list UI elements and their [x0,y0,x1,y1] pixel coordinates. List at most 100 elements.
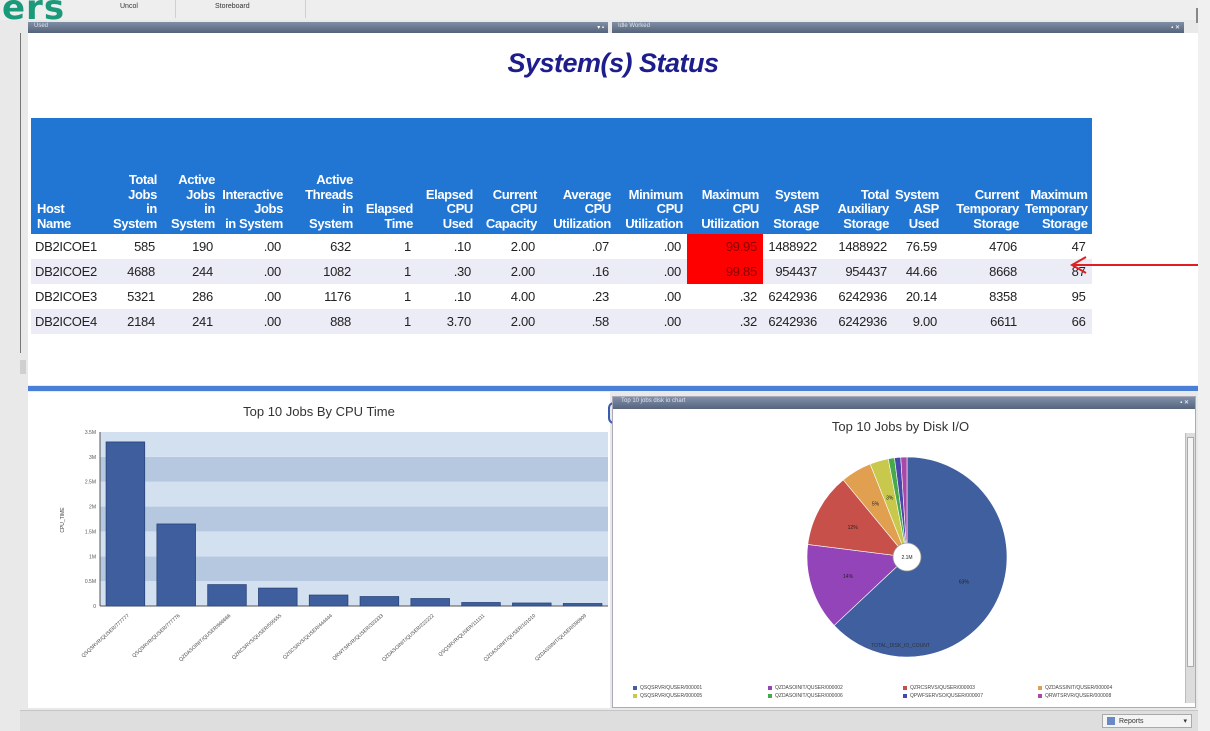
disk-io-window: Top 10 jobs disk io chart ▪ ✕ Top 10 Job… [612,396,1196,708]
window-menu-icon[interactable]: ▾ ▪ [597,24,604,31]
legend-label: QZRCSRVS/QUSER/000003 [910,685,975,691]
table-cell: 2184 [102,309,161,334]
col-active-threads[interactable]: Active Threads in System [286,118,357,234]
table-cell: 6242936 [822,309,893,334]
tab-uncol[interactable]: Uncol [120,3,138,10]
x-tick-label: QZDASOINIT/QUSER/101010 [483,613,538,663]
idle-window-title: Idle Worked [618,23,650,29]
col-system-asp-storage[interactable]: System ASP Storage [762,118,823,234]
cpu-chart-title: Top 10 Jobs By CPU Time [243,404,395,419]
reports-icon [1107,717,1115,725]
legend-item[interactable]: QPWFSERVSO/QUSER/000007 [903,693,983,699]
reports-label: Reports [1119,717,1144,725]
legend-label: QPWFSERVSO/QUSER/000007 [910,693,983,699]
legend-label: QSQSRVR/QUSER/000001 [640,685,703,691]
legend-swatch [768,685,772,690]
col-total-jobs[interactable]: Total Jobs in System [102,118,161,234]
table-cell: 1 [356,234,417,259]
table-cell: 1488922 [822,234,893,259]
table-cell: 4706 [942,234,1023,259]
table-cell: 585 [102,234,161,259]
arrow-indicator [1069,256,1198,274]
legend-swatch [633,693,637,698]
table-cell: 8668 [942,259,1023,284]
table-cell: 99.95 [686,234,763,259]
table-row[interactable]: DB2ICOE1 585 190.00 632 1.10 2.00.07.00 99.95 1… [31,234,1092,259]
chevron-down-icon[interactable]: ▾ [1183,717,1187,725]
scrollbar-thumb[interactable] [1187,437,1194,667]
legend-item[interactable]: QZRCSRVS/QUSER/000003 [903,685,975,691]
x-tick-label: QZDASSINIT/QUSER/090909 [534,613,588,663]
table-cell: 888 [286,309,357,334]
legend-item[interactable]: QRWTSRVR/QUSER/000008 [1038,693,1111,699]
cpu-bar-chart-svg: 0 0.5M 1M 1.5M 2M 2.5M 3M 3.5M CPU_TIME QSQSRVR/Q… [60,430,608,663]
pie-axis-label: TOTAL_DISK_IO_COUNT [871,643,930,649]
table-cell: 241 [160,309,219,334]
col-maximum-cpu[interactable]: Maximum CPU Utilization [686,118,763,234]
x-tick-label: QZDASOINIT/QUSER/222222 [381,613,436,663]
pie-center-label: 2.1M [901,555,912,561]
col-current-cpu[interactable]: Current CPU Capacity [476,118,541,234]
legend-item[interactable]: QZDASSINIT/QUSER/000004 [1038,685,1112,691]
host-name-cell: DB2ICOE2 [31,259,103,284]
legend-item[interactable]: QSQSRVR/QUSER/000005 [633,693,702,699]
col-host-name[interactable]: Host Name [31,118,103,234]
table-cell: 2.00 [476,309,541,334]
table-cell: .23 [540,284,615,309]
legend-item[interactable]: QZDASOINIT/QUSER/000002 [768,685,843,691]
table-row[interactable]: DB2ICOE3 5321 286.00 1176 1.10 4.00.23.00.32 6… [31,284,1092,309]
col-minimum-cpu[interactable]: Minimum CPU Utilization [614,118,687,234]
pie-slice-label: 14% [843,574,854,580]
col-current-temp-storage[interactable]: Current Temporary Storage [942,118,1023,234]
table-row[interactable]: DB2ICOE2 4688 244.00 1082 1.30 2.00.16.00 99.8… [31,259,1092,284]
bar [461,602,501,607]
system-status-panel: System(s) Status Host Name Total Jobs in Sys… [28,33,1198,385]
table-row[interactable]: DB2ICOE4 2184 241.00 888 1 3.70 2.00.58.00.32 6… [31,309,1092,334]
tab-divider [175,0,176,18]
table-cell: 4.00 [476,284,541,309]
splitter-handle[interactable] [20,360,26,374]
host-name-cell: DB2ICOE3 [31,284,103,309]
table-cell: 1488922 [762,234,823,259]
table-cell: 244 [160,259,219,284]
x-tick-label: QZRCSRVS/QUSER/555555 [231,613,283,661]
bar [410,598,450,607]
table-cell: 6242936 [762,309,823,334]
bar [359,596,400,607]
col-interactive-jobs[interactable]: Interactive Jobs in System [218,118,287,234]
x-tick-label: QSQSRVR/QUSER/777777 [81,613,131,659]
legend-swatch [903,693,907,698]
status-window-titlebar[interactable]: Used ▾ ▪ [28,22,608,33]
legend-item[interactable]: QZDASOINIT/QUSER/000006 [768,693,843,699]
table-cell: .58 [540,309,615,334]
table-cell: .32 [686,284,763,309]
table-cell: 8358 [942,284,1023,309]
bar [105,441,146,607]
tab-storeboard[interactable]: Storeboard [215,3,250,10]
y-tick-label: 2M [89,505,96,511]
table-cell: .10 [416,284,477,309]
table-cell: 5321 [102,284,161,309]
x-tick-label: QSQSRVR/QUSER/777776 [131,613,181,659]
bar [207,584,247,607]
col-elapsed-cpu[interactable]: Elapsed CPU Used [416,118,477,234]
col-total-aux-storage[interactable]: Total Auxiliary Storage [822,118,893,234]
tab-divider [305,0,306,18]
idle-window-titlebar[interactable]: Idle Worked ▪ ✕ [612,22,1184,33]
col-active-jobs[interactable]: Active Jobs in System [160,118,219,234]
window-controls-icon[interactable]: ▪ ✕ [1171,24,1180,31]
vertical-scrollbar[interactable] [1185,433,1195,703]
col-system-asp-used[interactable]: System ASP Used [892,118,943,234]
table-cell: 9.00 [892,309,943,334]
table-cell: 632 [286,234,357,259]
reports-dropdown[interactable]: Reports ▾ [1102,714,1192,728]
col-average-cpu[interactable]: Average CPU Utilization [540,118,615,234]
legend-item[interactable]: QSQSRVR/QUSER/000001 [633,685,702,691]
table-cell: .00 [614,259,687,284]
top-strip: ers Uncol Storeboard [0,0,1210,28]
col-maximum-temp-storage[interactable]: Maximum Temporary Storage [1022,118,1092,234]
pie-slice-label: 5% [872,502,880,508]
legend-swatch [903,685,907,690]
host-name-cell: DB2ICOE1 [31,234,103,259]
col-elapsed-time[interactable]: Elapsed Time [356,118,417,234]
